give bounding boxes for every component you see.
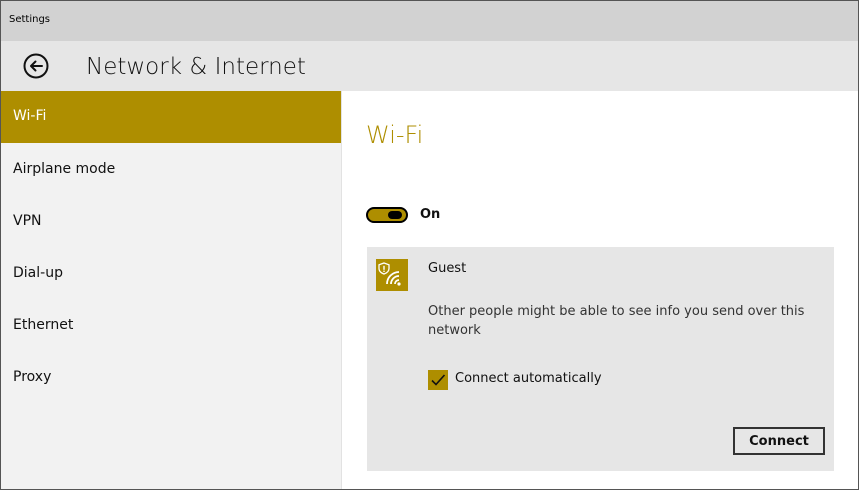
sidebar-item-airplane-mode[interactable]: Airplane mode — [1, 143, 341, 195]
wifi-shield-icon — [376, 259, 408, 291]
sidebar: Wi-Fi Airplane mode VPN Dial-up Ethernet… — [1, 91, 342, 489]
sidebar-item-proxy[interactable]: Proxy — [1, 351, 341, 403]
sidebar-item-wifi[interactable]: Wi-Fi — [1, 91, 341, 143]
back-arrow-icon — [23, 53, 49, 79]
back-button[interactable] — [23, 53, 49, 79]
network-name: Guest — [428, 261, 467, 276]
settings-window: Settings Network & Internet Wi-Fi Airpla… — [0, 0, 859, 490]
title-bar[interactable]: Settings — [1, 1, 858, 41]
window-title: Settings — [9, 14, 51, 25]
page-header: Network & Internet — [1, 41, 858, 91]
wifi-toggle[interactable] — [366, 207, 408, 223]
checkmark-icon — [431, 374, 446, 386]
sidebar-item-vpn[interactable]: VPN — [1, 195, 341, 247]
network-card[interactable]: Guest Other people might be able to see … — [367, 247, 834, 471]
connect-automatically-label[interactable]: Connect automatically — [455, 371, 602, 386]
connect-button[interactable]: Connect — [733, 427, 825, 455]
toggle-knob — [388, 211, 402, 219]
sidebar-item-dial-up[interactable]: Dial-up — [1, 247, 341, 299]
connect-automatically-checkbox[interactable] — [428, 370, 448, 390]
wifi-toggle-label: On — [420, 207, 441, 222]
sidebar-item-ethernet[interactable]: Ethernet — [1, 299, 341, 351]
security-warning: Other people might be able to see info y… — [428, 304, 805, 338]
main-content: Wi-Fi On Guest Other people might be abl… — [342, 91, 858, 489]
page-title: Network & Internet — [86, 54, 306, 80]
section-title: Wi-Fi — [366, 121, 424, 149]
